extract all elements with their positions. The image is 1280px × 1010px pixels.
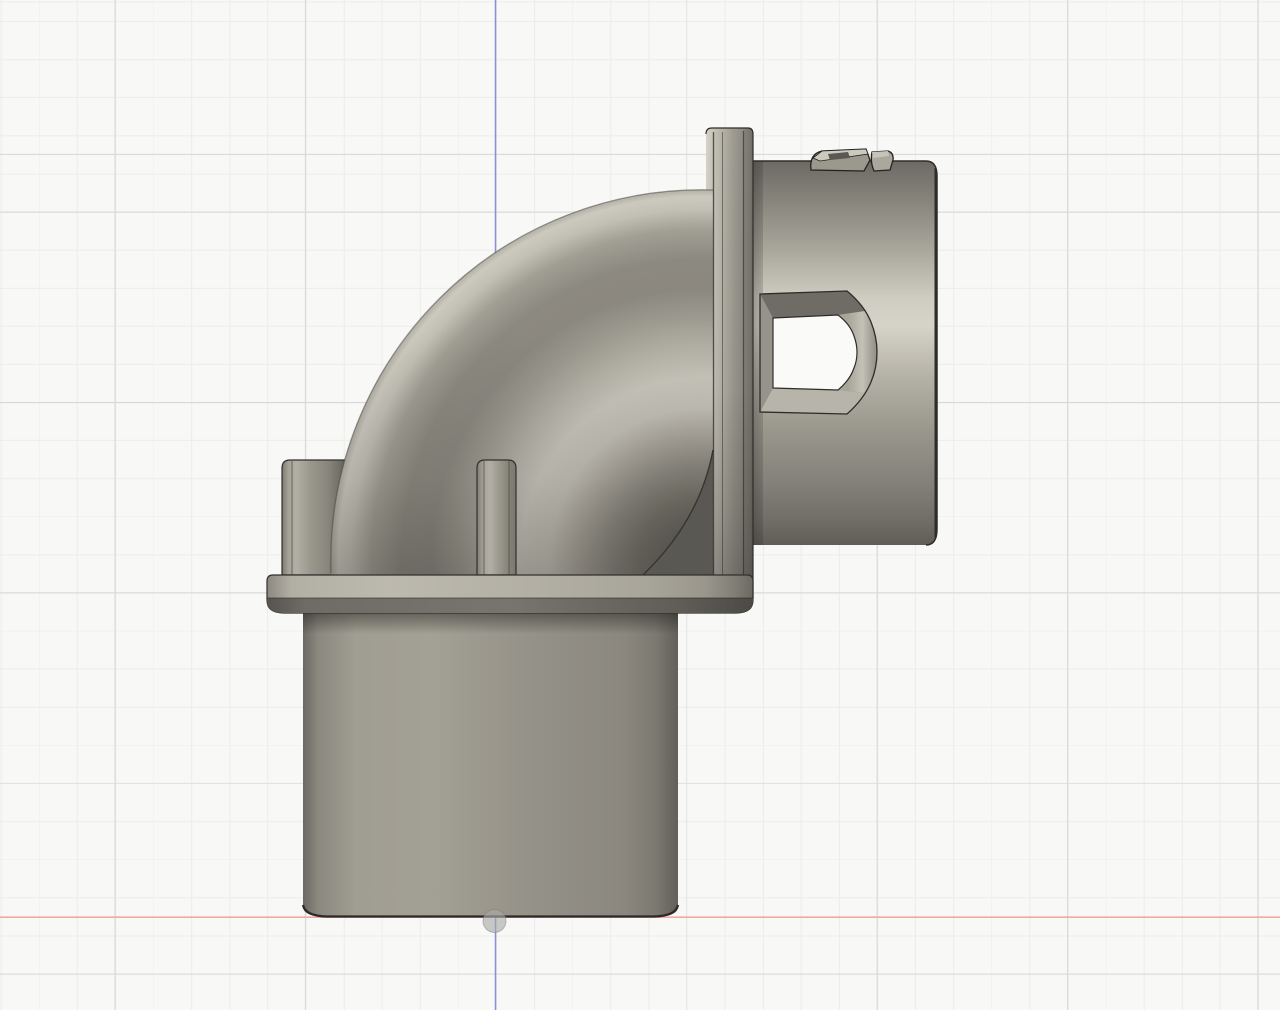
model-canvas[interactable] [0, 0, 1280, 1010]
cad-viewport[interactable] [0, 0, 1280, 1010]
elbow-body[interactable] [331, 132, 723, 597]
mounting-tab-right[interactable] [477, 460, 516, 575]
inlet-pipe[interactable] [303, 613, 678, 917]
pipe-elbow-model[interactable] [267, 128, 937, 917]
retaining-clip[interactable] [811, 149, 893, 171]
side-window-cutout[interactable] [760, 291, 877, 414]
origin-marker[interactable] [483, 910, 506, 933]
base-flange-plate[interactable] [267, 575, 753, 613]
